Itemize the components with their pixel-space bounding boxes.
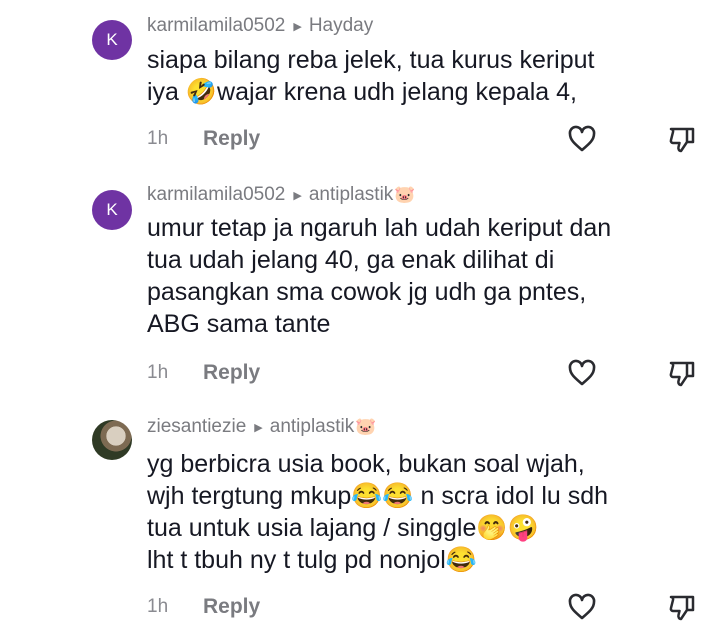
timestamp: 1h	[147, 596, 169, 617]
comment-line: ABG sama tante	[147, 310, 331, 338]
heart-outline-icon[interactable]	[567, 358, 597, 388]
reply-button[interactable]: Reply	[203, 127, 260, 151]
reply-to-username[interactable]: antiplastik	[309, 184, 394, 206]
comment-1: K karmilamila0502 ▶ Hayday siapa bilang …	[0, 0, 720, 170]
timestamp: 1h	[147, 128, 169, 149]
triangle-right-icon: ▶	[293, 189, 302, 202]
username[interactable]: ziesantiezie	[147, 416, 246, 438]
reply-to-username[interactable]: antiplastik	[270, 416, 355, 438]
avatar[interactable]	[92, 420, 132, 460]
comment-footer: 1h Reply	[147, 358, 720, 388]
heart-outline-icon[interactable]	[567, 592, 597, 622]
comment-line: yg berbicra usia book, bukan soal wjah,	[147, 450, 585, 478]
heart-outline-icon[interactable]	[567, 124, 597, 154]
comment-footer: 1h Reply	[147, 124, 720, 154]
comment-2: K karmilamila0502 ▶ antiplastik 🐷 umur t…	[0, 170, 720, 400]
comment-line: lht t tbuh ny t tulg pd nonjol😂	[147, 546, 477, 574]
pig-emoji: 🐷	[355, 417, 377, 436]
comment-header: karmilamila0502 ▶ Hayday	[147, 15, 374, 37]
comment-header: karmilamila0502 ▶ antiplastik 🐷	[147, 184, 415, 206]
comment-footer: 1h Reply	[147, 592, 720, 622]
triangle-right-icon: ▶	[254, 421, 263, 434]
comment-text: umur tetap ja ngaruh lah udah keriput da…	[147, 212, 707, 340]
comment-line: wjh tergtung mkup😂😂 n scra idol lu sdh	[147, 482, 609, 510]
reply-to-username[interactable]: Hayday	[309, 15, 373, 37]
comment-line: pasangkan sma cowok jg udh ga pntes,	[147, 278, 587, 306]
comment-line: siapa bilang reba jelek, tua kurus kerip…	[147, 46, 595, 74]
username[interactable]: karmilamila0502	[147, 15, 285, 37]
comment-text: yg berbicra usia book, bukan soal wjah, …	[147, 448, 707, 576]
username[interactable]: karmilamila0502	[147, 184, 285, 206]
reply-button[interactable]: Reply	[203, 595, 260, 619]
avatar[interactable]: K	[92, 190, 132, 230]
pig-emoji: 🐷	[394, 185, 416, 204]
comment-line: tua udah jelang 40, ga enak dilihat di	[147, 246, 555, 274]
thumbs-down-outline-icon[interactable]	[667, 358, 697, 388]
comment-header: ziesantiezie ▶ antiplastik 🐷	[147, 416, 376, 438]
comment-line: iya 🤣wajar krena udh jelang kepala 4,	[147, 78, 577, 106]
comment-3: ziesantiezie ▶ antiplastik 🐷 yg berbicra…	[0, 400, 720, 622]
timestamp: 1h	[147, 362, 169, 383]
comment-line: umur tetap ja ngaruh lah udah keriput da…	[147, 214, 612, 242]
comment-text: siapa bilang reba jelek, tua kurus kerip…	[147, 44, 707, 108]
thumbs-down-outline-icon[interactable]	[667, 124, 697, 154]
comment-line: tua untuk usia lajang / singgle🤭🤪	[147, 514, 539, 542]
thumbs-down-outline-icon[interactable]	[667, 592, 697, 622]
avatar[interactable]: K	[92, 20, 132, 60]
reply-button[interactable]: Reply	[203, 361, 260, 385]
triangle-right-icon: ▶	[293, 20, 302, 33]
